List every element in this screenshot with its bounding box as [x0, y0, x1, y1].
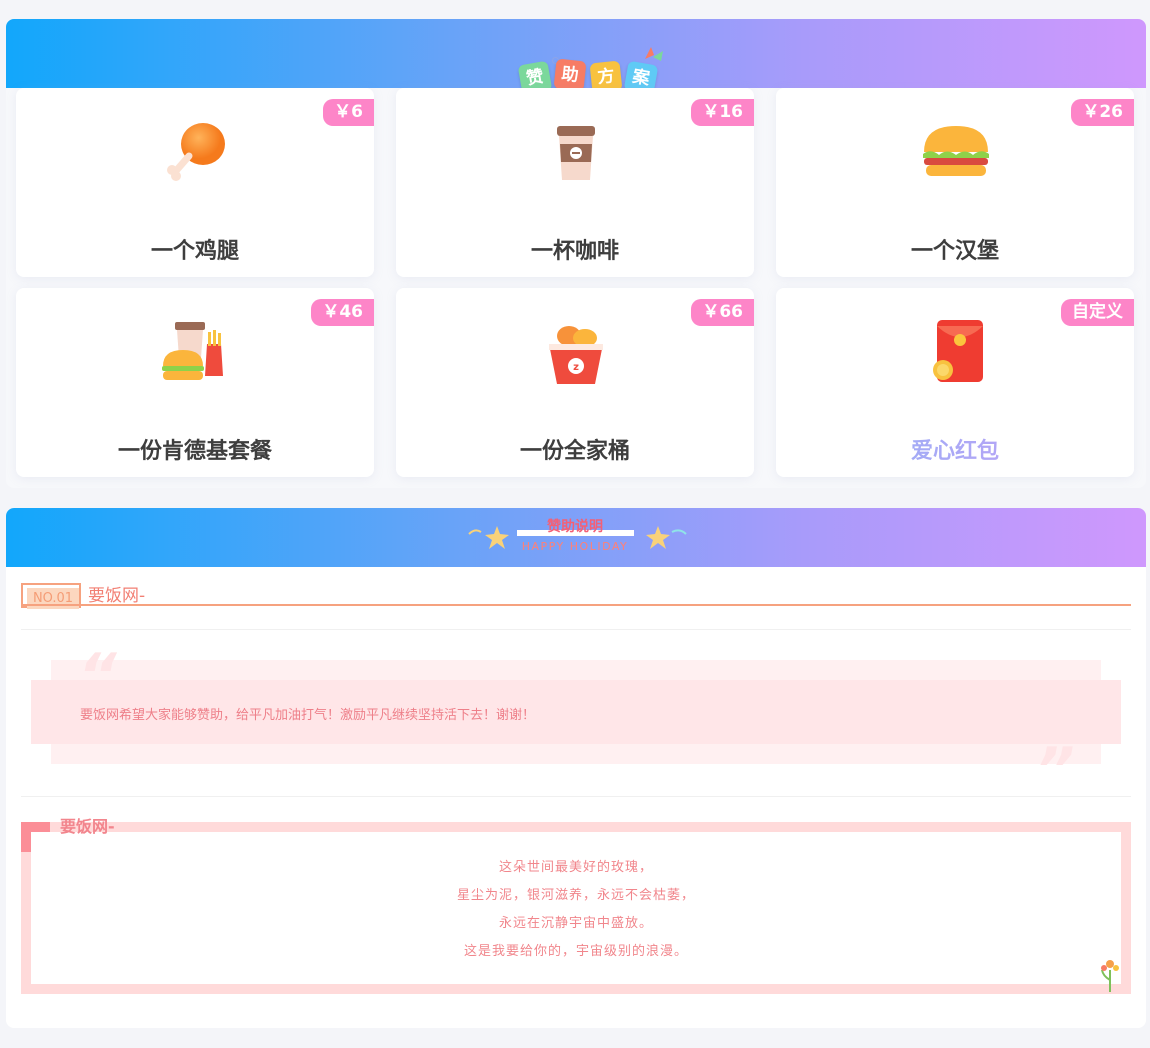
- plan-card-coffee[interactable]: ￥16 一杯咖啡: [396, 88, 754, 277]
- price-tag: 自定义: [1061, 299, 1134, 326]
- price-tag: ￥6: [323, 99, 374, 126]
- sponsor-explanation-panel: 赞助说明 HAPPY HOLIDAY NO.01 要饭网- “ ” 要饭网希望大…: [6, 508, 1146, 1028]
- sponsor-plans-panel: 赞 助 方 案 ￥6 一个鸡腿 ￥16 一杯咖啡 ￥26 一个汉堡 ￥46 一份…: [6, 19, 1146, 488]
- divider: [21, 796, 1131, 797]
- quote-text: 要饭网希望大家能够赞助，给平凡加油打气！激励平凡继续坚持活下去！谢谢！: [80, 708, 536, 723]
- plan-name: 一份肯德基套餐: [117, 439, 272, 464]
- red-envelope-icon: [933, 320, 983, 382]
- plan-name: 一杯咖啡: [530, 239, 619, 264]
- block2-title: 要饭网-: [60, 817, 115, 836]
- explanation-title: 赞助说明: [547, 519, 603, 535]
- star-decoration-icon: [468, 526, 509, 549]
- price-tag: ￥16: [691, 99, 754, 126]
- star-decoration-icon: [646, 526, 687, 549]
- explanation-header: 赞助说明 HAPPY HOLIDAY: [6, 508, 1146, 567]
- close-quote-icon: ”: [1036, 735, 1075, 805]
- plan-card-hamburger[interactable]: ￥26 一个汉堡: [776, 88, 1134, 277]
- plan-card-chicken-leg[interactable]: ￥6 一个鸡腿: [16, 88, 374, 277]
- explanation-subtitle: HAPPY HOLIDAY: [521, 540, 629, 553]
- svg-text:z: z: [573, 362, 579, 373]
- chicken-leg-icon: [167, 123, 225, 181]
- block1-title: 要饭网-: [88, 586, 146, 606]
- plan-card-family-bucket[interactable]: ￥66 z 一份全家桶: [396, 288, 754, 477]
- plan-name: 一份全家桶: [519, 439, 630, 464]
- poem-lines: 这朵世间最美好的玫瑰， 星尘为泥，银河滋养，永远不会枯萎， 永远在沉静宇宙中盛放…: [31, 854, 1121, 966]
- sponsor-plans-header: 赞 助 方 案: [6, 19, 1146, 100]
- plan-name: 一个汉堡: [910, 239, 999, 264]
- price-tag: ￥46: [311, 299, 374, 326]
- block1-underline: [21, 604, 1131, 606]
- poem-line: 永远在沉静宇宙中盛放。: [498, 916, 653, 931]
- divider: [21, 629, 1131, 630]
- plan-name: 一个鸡腿: [150, 239, 239, 264]
- plan-name: 爱心红包: [776, 433, 1134, 465]
- plan-card-red-envelope[interactable]: 自定义 爱心红包: [776, 288, 1134, 477]
- open-quote-icon: “: [78, 641, 117, 711]
- fast-food-set-icon: [162, 322, 223, 380]
- price-tag: ￥66: [691, 299, 754, 326]
- chicken-bucket-icon: z: [549, 326, 603, 384]
- poem-line: 这朵世间最美好的玫瑰，: [498, 860, 653, 875]
- ribbon-icon: [645, 47, 663, 61]
- price-tag: ￥26: [1071, 99, 1134, 126]
- coffee-cup-icon: [557, 126, 595, 180]
- badge-char-2: 助: [553, 58, 587, 92]
- flower-icon: [1101, 960, 1119, 992]
- plan-card-kfc-set[interactable]: ￥46 一份肯德基套餐: [16, 288, 374, 477]
- poem-line: 星尘为泥，银河滋养，永远不会枯萎，: [456, 888, 695, 903]
- poem-line: 这是我要给你的，宇宙级别的浪漫。: [463, 944, 688, 959]
- hamburger-icon: [923, 126, 989, 176]
